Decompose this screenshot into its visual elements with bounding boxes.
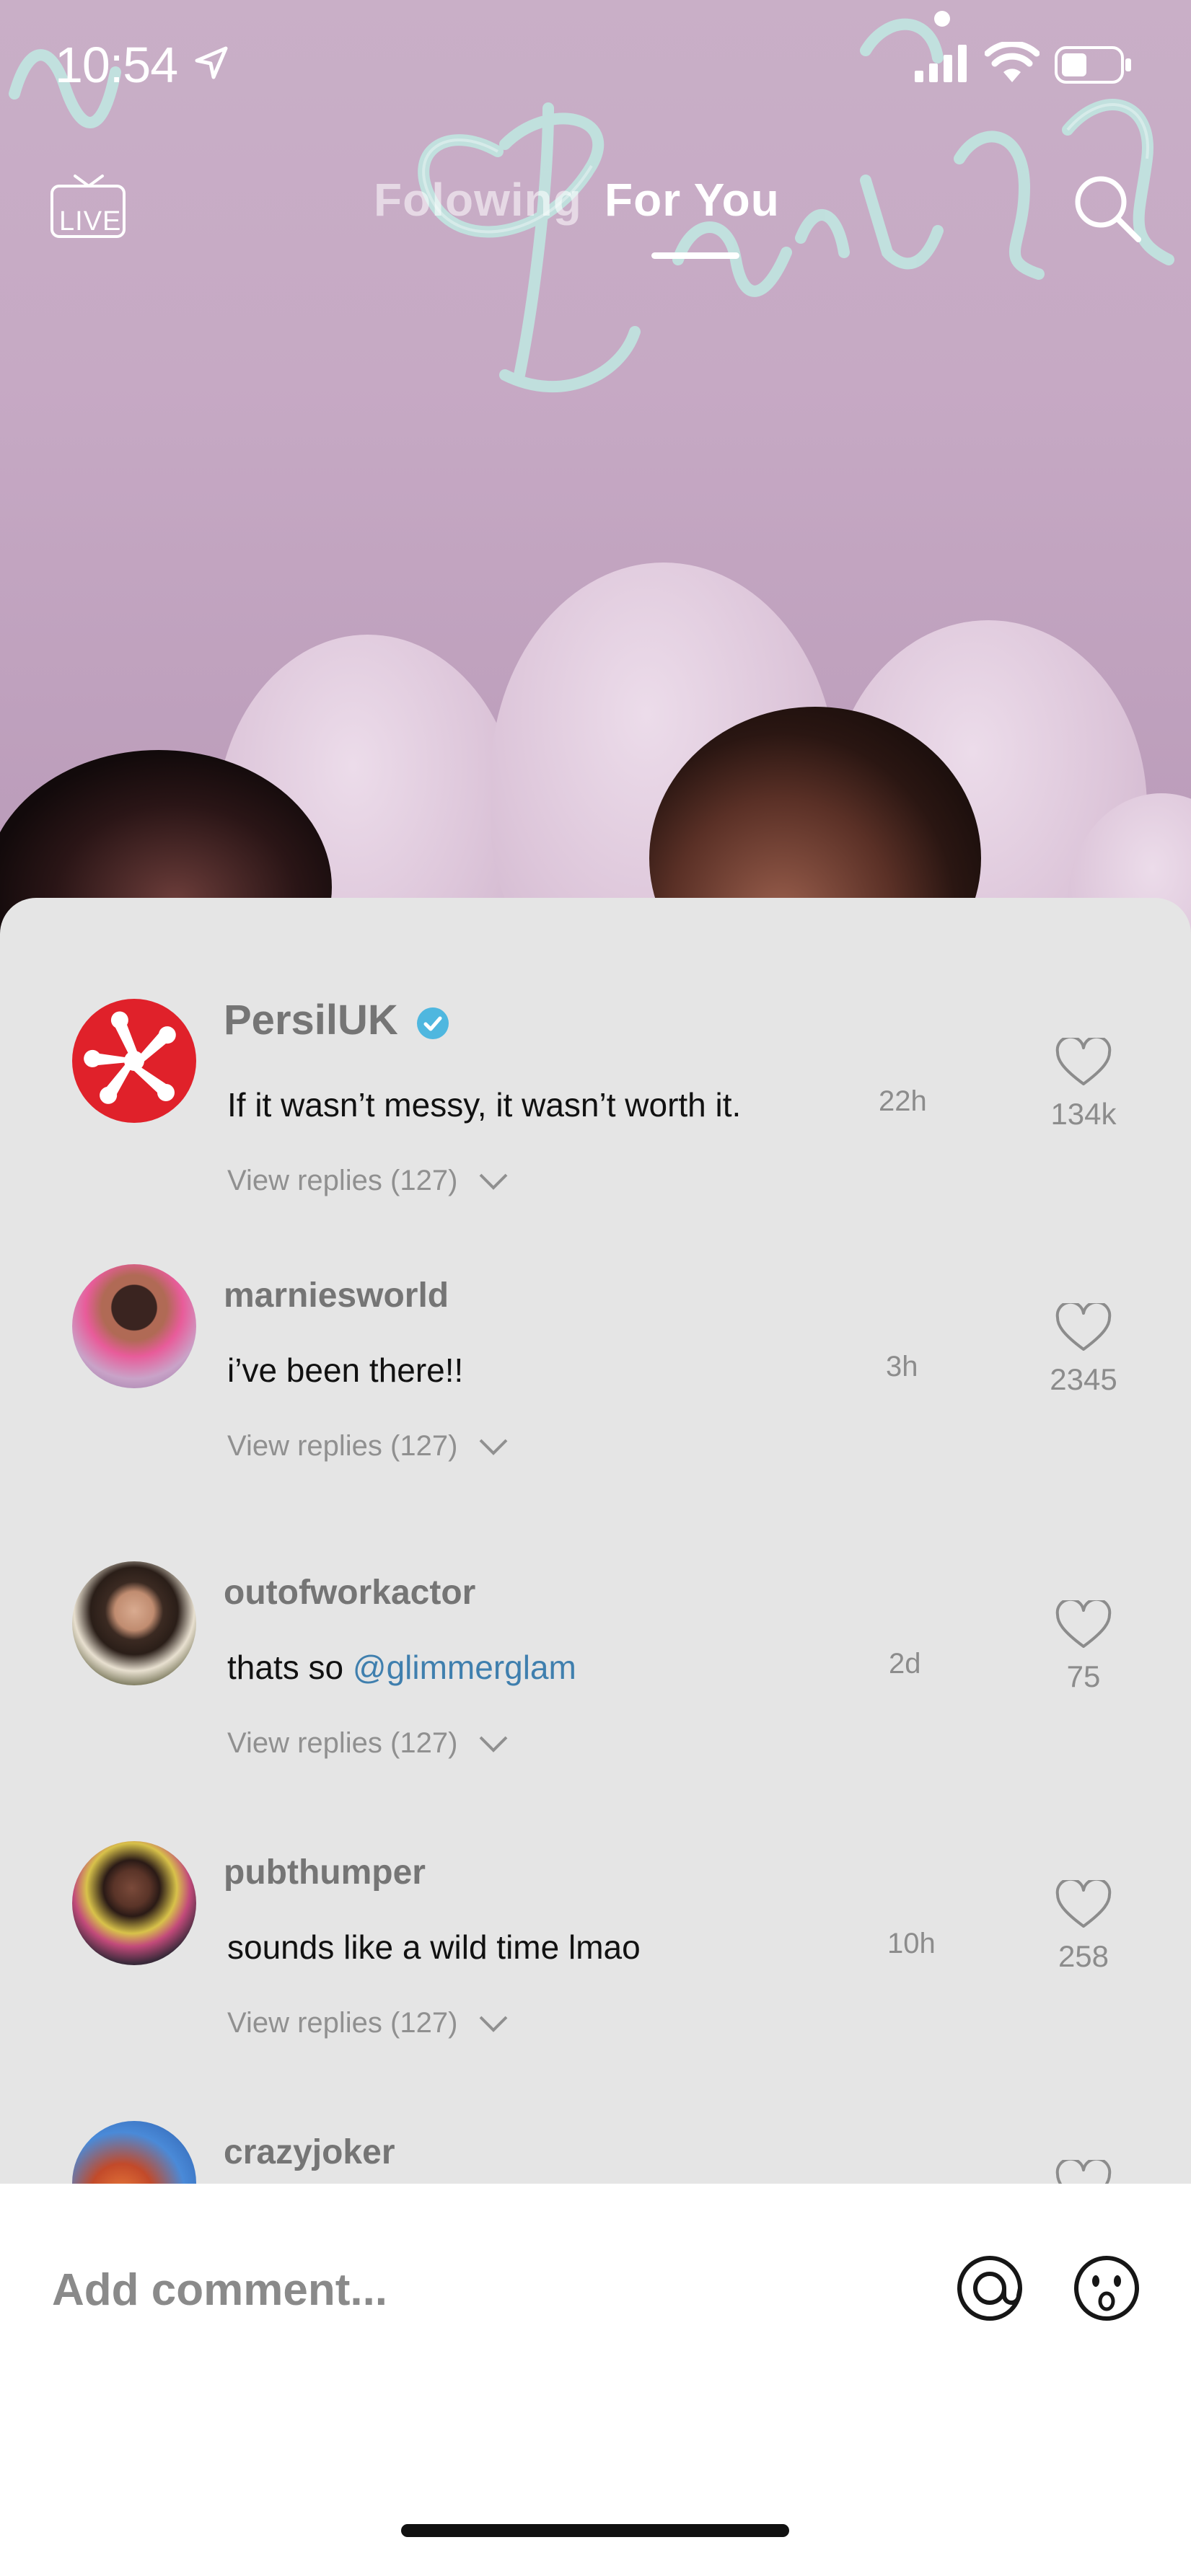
- avatar-pubthumper[interactable]: [72, 1841, 196, 1965]
- search-icon[interactable]: [1071, 172, 1143, 244]
- privacy-indicator-dot: [934, 11, 950, 27]
- home-indicator[interactable]: [401, 2524, 789, 2537]
- comment-username[interactable]: PersilUK: [224, 996, 398, 1044]
- view-replies-button[interactable]: View replies (127): [227, 1430, 508, 1463]
- live-button[interactable]: LIVE: [49, 173, 128, 239]
- comment-text: If it wasn’t messy, it wasn’t worth it.: [227, 1086, 742, 1124]
- active-tab-indicator: [651, 252, 739, 259]
- comment-text: sounds like a wild time lmao: [227, 1928, 641, 1966]
- comment-username[interactable]: pubthumper: [224, 1853, 426, 1892]
- comment-item: marniesworld i’ve been there!! 3h View r…: [0, 1264, 1191, 1538]
- comment-text: i’ve been there!!: [227, 1351, 464, 1389]
- comment-time: 10h: [887, 1928, 936, 1959]
- mention-at-icon[interactable]: [954, 2252, 1026, 2324]
- like-heart-icon[interactable]: [1055, 1600, 1112, 1651]
- cellular-signal-icon: [915, 45, 967, 82]
- chevron-down-icon: [479, 1439, 507, 1456]
- location-arrow-icon: [195, 46, 228, 79]
- comment-composer: Add comment...: [0, 2184, 1191, 2576]
- like-count: 2345: [1050, 1362, 1117, 1396]
- view-replies-button[interactable]: View replies (127): [227, 1727, 508, 1760]
- comment-item: PersilUK If it wasn’t messy, it wasn’t w…: [0, 996, 1191, 1273]
- emoji-face-icon[interactable]: [1071, 2252, 1143, 2324]
- comment-username[interactable]: outofworkactor: [224, 1573, 475, 1613]
- chevron-down-icon: [479, 2016, 507, 2033]
- chevron-down-icon: [479, 1174, 507, 1191]
- tab-following[interactable]: Folowing: [374, 173, 582, 226]
- comments-sheet[interactable]: PersilUK If it wasn’t messy, it wasn’t w…: [0, 898, 1191, 2189]
- battery-icon: [1055, 46, 1131, 84]
- live-label: LIVE: [59, 206, 122, 237]
- view-replies-button[interactable]: View replies (127): [227, 2007, 508, 2039]
- avatar-persiluk[interactable]: [72, 999, 196, 1123]
- like-heart-icon[interactable]: [1055, 1880, 1112, 1931]
- comment-item: pubthumper sounds like a wild time lmao …: [0, 1841, 1191, 2115]
- view-replies-label: View replies (127): [227, 1727, 458, 1759]
- comment-time: 2d: [889, 1648, 921, 1680]
- status-bar: 10:54: [0, 0, 1191, 137]
- comment-item: outofworkactor thats so @glimmerglam 2d …: [0, 1561, 1191, 1835]
- view-replies-label: View replies (127): [227, 2007, 458, 2039]
- comment-text: thats so @glimmerglam: [227, 1648, 576, 1687]
- tab-for-you[interactable]: For You: [605, 173, 780, 226]
- comment-item: crazyjoker: [0, 2121, 1191, 2189]
- video-background[interactable]: [0, 0, 1191, 952]
- chevron-down-icon: [479, 1737, 507, 1753]
- add-comment-input[interactable]: Add comment...: [52, 2264, 387, 2316]
- like-heart-icon[interactable]: [1055, 1038, 1112, 1088]
- comment-text-prefix: thats so: [227, 1649, 353, 1686]
- like-heart-icon[interactable]: [1055, 1303, 1112, 1354]
- comment-username[interactable]: crazyjoker: [224, 2132, 395, 2172]
- comment-time: 3h: [886, 1351, 918, 1382]
- persil-logo-icon: [84, 1011, 176, 1104]
- view-replies-button[interactable]: View replies (127): [227, 1165, 508, 1197]
- like-count: 134k: [1050, 1097, 1117, 1131]
- wifi-icon: [985, 42, 1040, 82]
- like-count: 258: [1058, 1939, 1109, 1973]
- avatar-outofworkactor[interactable]: [72, 1561, 196, 1685]
- like-count: 75: [1066, 1659, 1101, 1693]
- comment-time: 22h: [879, 1085, 927, 1117]
- view-replies-label: View replies (127): [227, 1165, 458, 1196]
- comment-username[interactable]: marniesworld: [224, 1276, 449, 1315]
- view-replies-label: View replies (127): [227, 1430, 458, 1462]
- verified-badge-icon: [417, 1007, 449, 1039]
- avatar-crazyjoker[interactable]: [72, 2121, 196, 2189]
- status-time: 10:54: [55, 37, 178, 93]
- avatar-marniesworld[interactable]: [72, 1264, 196, 1388]
- mention-link[interactable]: @glimmerglam: [353, 1649, 576, 1686]
